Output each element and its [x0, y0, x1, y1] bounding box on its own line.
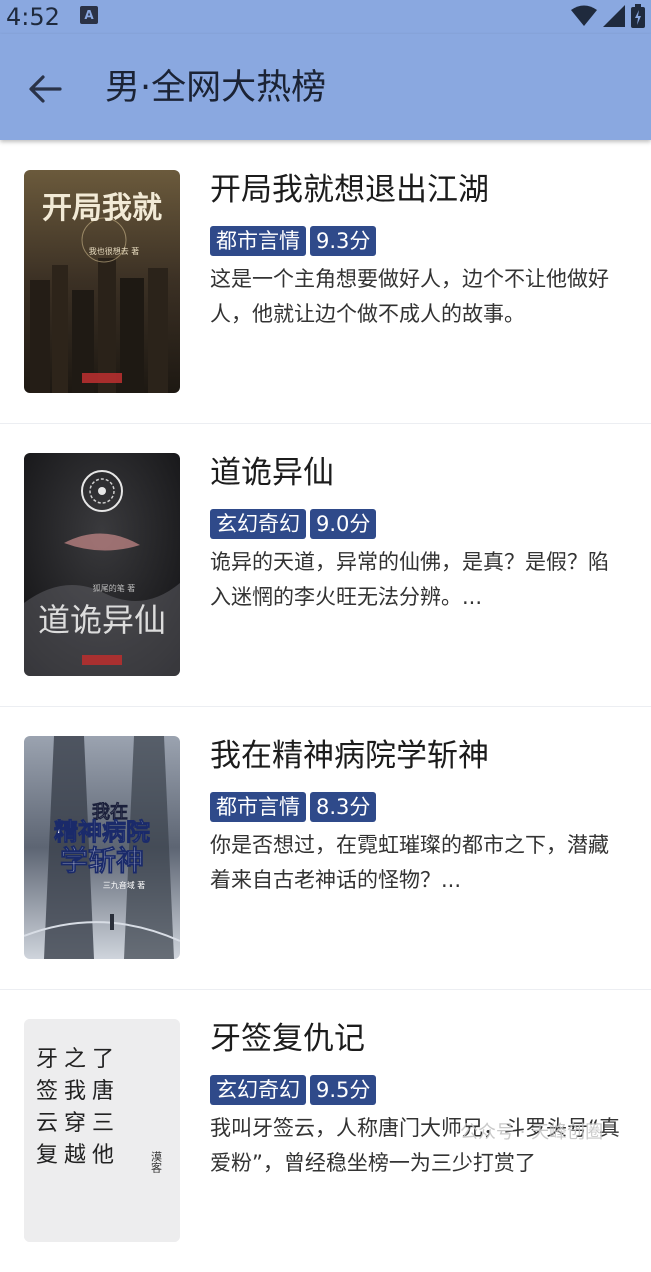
cover-title-bottom: 学斩神: [60, 844, 144, 877]
book-description: 你是否想过，在霓虹璀璨的都市之下，潜藏着来自古老神话的怪物？...: [210, 833, 609, 892]
cover-author-text: 狐尾的笔 著: [93, 583, 136, 593]
book-description: 诡异的天道，异常的仙佛，是真？是假？陷入迷惘的李火旺无法分辨。...: [210, 550, 609, 609]
book-tags: 玄幻奇幻 9.0分: [210, 509, 377, 539]
cover-image: 我在 精神病院 学斩神 三九音域 著: [24, 736, 180, 959]
cover-title-mid: 精神病院: [54, 818, 150, 846]
book-description: 这是一个主角想要做好人，边个不让他做好人，他就让边个做不成人的故事。: [210, 267, 609, 326]
score-badge: 9.3分: [310, 226, 377, 256]
book-tags: 都市言情 8.3分: [210, 792, 377, 822]
genre-badge: 玄幻奇幻: [210, 1075, 306, 1105]
book-cover[interactable]: 牙之了 签我唐 云穿三 复越他 漠客: [24, 1019, 180, 1242]
book-cover[interactable]: 道诡异仙 狐尾的笔 著: [24, 453, 180, 676]
watermark: 公众号 · 天峰创圈: [460, 1122, 604, 1143]
book-cover[interactable]: 开局我就 我也很想去 著: [24, 170, 180, 393]
signal-icon: [603, 5, 625, 27]
notification-icon: A: [80, 6, 98, 24]
genre-badge: 都市言情: [210, 792, 306, 822]
status-bar: 4:52 A: [0, 0, 651, 34]
wifi-icon: [571, 5, 597, 26]
score-badge: 9.0分: [310, 509, 377, 539]
app-bar: 男·全网大热榜: [0, 34, 651, 140]
cover-image: 牙之了 签我唐 云穿三 复越他 漠客: [24, 1019, 180, 1242]
status-icons: [571, 4, 645, 28]
cover-line: 牙之了: [36, 1047, 120, 1072]
book-item[interactable]: 道诡异仙 狐尾的笔 著 道诡异仙 玄幻奇幻 9.0分 诡异的天道，异常的仙佛，是…: [0, 423, 651, 707]
book-title: 道诡异仙: [210, 455, 334, 491]
cover-author-text: 我也很想去 著: [89, 246, 140, 256]
cover-image: 道诡异仙 狐尾的笔 著: [24, 453, 180, 676]
cover-side-text: 漠客: [150, 1151, 163, 1174]
score-badge: 8.3分: [310, 792, 377, 822]
cover-title-text: 开局我就: [42, 191, 162, 226]
cover-author-text: 三九音域 著: [103, 880, 146, 890]
book-title: 我在精神病院学斩神: [210, 738, 489, 774]
status-time: 4:52: [6, 3, 60, 31]
battery-icon: [631, 4, 645, 28]
genre-badge: 玄幻奇幻: [210, 509, 306, 539]
cover-image: 开局我就 我也很想去 著: [24, 170, 180, 393]
cover-title-text: 道诡异仙: [38, 601, 166, 639]
score-badge: 9.5分: [310, 1075, 377, 1105]
book-tags: 玄幻奇幻 9.5分: [210, 1075, 377, 1105]
page-title: 男·全网大热榜: [105, 68, 327, 108]
genre-badge: 都市言情: [210, 226, 306, 256]
book-item[interactable]: 开局我就 我也很想去 著 开局我就想退出江湖 都市言情 9.3分 这是一个主角想…: [0, 140, 651, 424]
book-item[interactable]: 我在 精神病院 学斩神 三九音域 著 我在精神病院学斩神 都市言情 8.3分 你…: [0, 706, 651, 990]
book-title: 牙签复仇记: [210, 1021, 365, 1057]
book-title: 开局我就想退出江湖: [210, 172, 489, 208]
cover-line: 签我唐: [36, 1079, 120, 1104]
cover-line: 云穿三: [36, 1111, 120, 1136]
book-cover[interactable]: 我在 精神病院 学斩神 三九音域 著: [24, 736, 180, 959]
back-arrow-icon[interactable]: [26, 70, 64, 108]
cover-line: 复越他: [36, 1143, 120, 1168]
book-tags: 都市言情 9.3分: [210, 226, 377, 256]
